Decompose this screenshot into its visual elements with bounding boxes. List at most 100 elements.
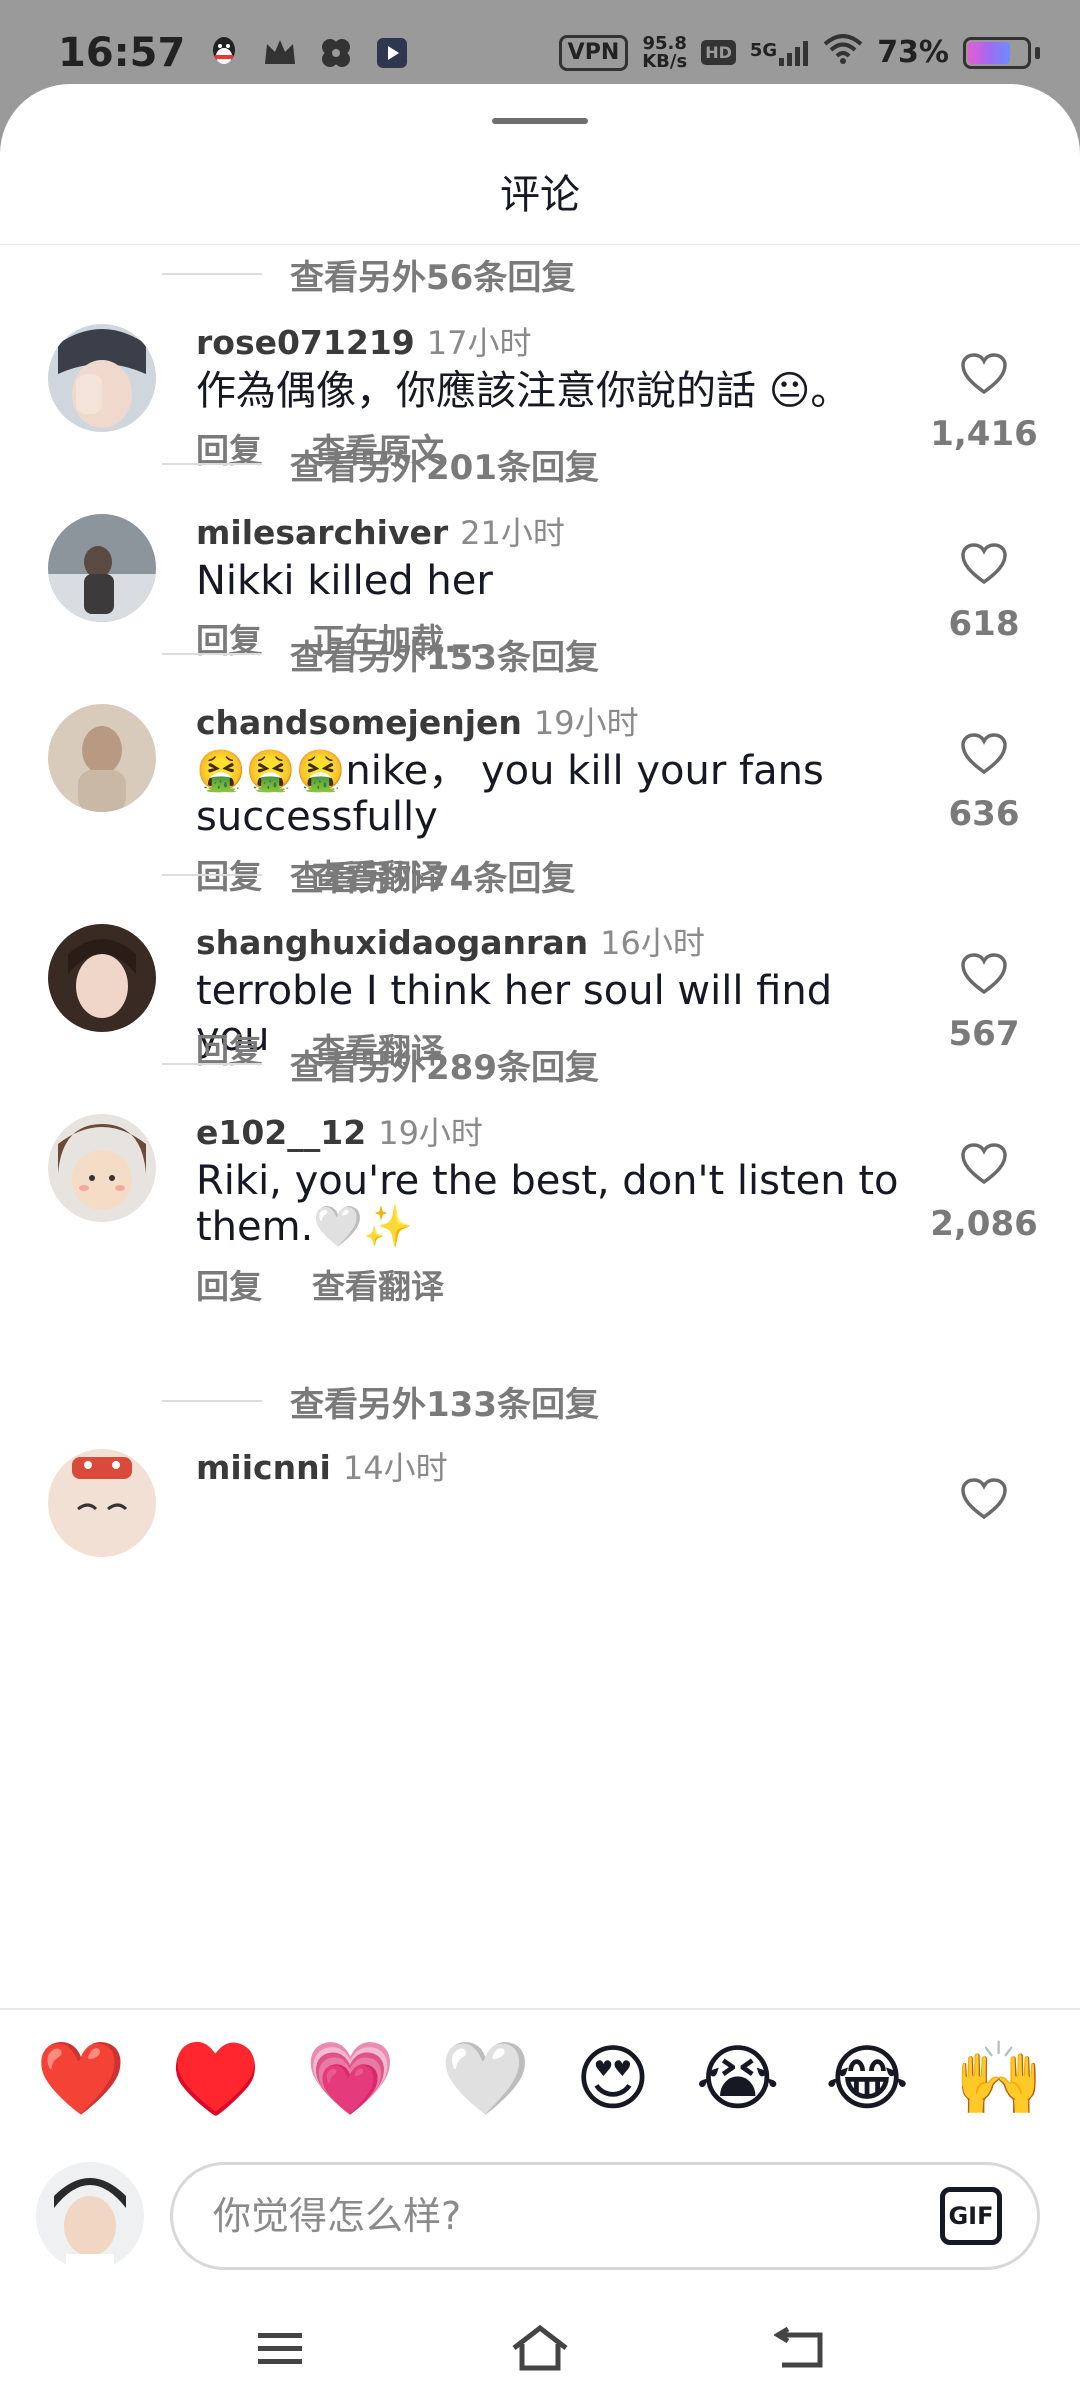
network-type: 5G (749, 39, 778, 61)
battery-percent: 73% (877, 35, 949, 70)
menu-icon[interactable] (245, 2314, 315, 2384)
like-button[interactable] (924, 1477, 1044, 1525)
like-button[interactable]: 636 (924, 732, 1044, 834)
battery-icon (963, 36, 1040, 69)
comment-username[interactable]: shanghuxidaoganran (196, 923, 588, 962)
view-more-replies[interactable]: 查看另外153条回复 (0, 629, 1080, 679)
comment-actions: 回复 查看翻译 (196, 1260, 444, 1308)
comment-time: 16小时 (600, 924, 705, 962)
emoji-loudly-crying[interactable]: 😭 (696, 2038, 780, 2118)
comment-username[interactable]: milesarchiver (196, 513, 448, 552)
view-more-replies-label[interactable]: 查看另外153条回复 (290, 630, 599, 679)
view-more-replies-label[interactable]: 查看另外289条回复 (290, 1040, 599, 1089)
emoji-white-heart[interactable]: 🤍 (441, 2038, 531, 2118)
comment-time: 21小时 (460, 514, 565, 552)
reply-divider (162, 273, 262, 275)
emoji-red-heart[interactable]: ❤️ (36, 2038, 126, 2118)
reply-divider (162, 463, 262, 465)
emoji-growing-heart[interactable]: 💗 (306, 2038, 396, 2118)
emoji-tears-of-joy[interactable]: 😂 (825, 2038, 909, 2118)
comment-text: Nikki killed her (196, 558, 493, 604)
net-speed: 95.8 KB/s (642, 34, 688, 72)
like-count: 636 (948, 794, 1020, 834)
battery-body (963, 36, 1031, 69)
gif-button[interactable]: GIF (940, 2187, 1002, 2245)
sheet-title: 评论 (500, 172, 580, 218)
wifi-icon (823, 33, 863, 72)
status-left: 16:57 (58, 30, 409, 76)
quick-emoji-row: ❤️ ♥️ 💗 🤍 😍 😭 😂 🙌 (36, 2038, 1044, 2118)
home-icon[interactable] (505, 2314, 575, 2384)
comment-time: 19小时 (533, 704, 639, 742)
qq-icon (207, 36, 241, 70)
comment-header: rose071219 17小时 (196, 318, 531, 364)
view-more-replies-label[interactable]: 查看另外201条回复 (290, 440, 599, 489)
reply-divider (162, 653, 262, 655)
comment-time: 17小时 (426, 324, 532, 362)
clover-icon (319, 36, 353, 70)
like-count: 2,086 (930, 1204, 1038, 1244)
my-avatar[interactable] (36, 2162, 144, 2270)
reply-divider (162, 874, 262, 876)
translate-button[interactable]: 查看翻译 (312, 1260, 444, 1308)
comment-header: shanghuxidaoganran 16小时 (196, 918, 705, 964)
reply-divider (162, 1400, 262, 1402)
avatar[interactable] (48, 704, 156, 812)
heart-outline-icon[interactable] (960, 1142, 1008, 1190)
emoji-heart-suit[interactable]: ♥️ (171, 2038, 261, 2118)
net-speed-unit: KB/s (642, 50, 688, 72)
comment-header: chandsomejenjen 19小时 (196, 698, 639, 744)
heart-outline-icon[interactable] (960, 1477, 1008, 1525)
comment-header: e102__12 19小时 (196, 1108, 483, 1154)
comments-list[interactable]: 查看另外56条回复 rose071219 17小时 作為偶像，你應該注意你說的話 … (0, 244, 1080, 2084)
comment-time: 19小时 (378, 1114, 483, 1152)
avatar[interactable] (48, 324, 156, 432)
drag-handle[interactable] (492, 118, 588, 124)
comment-input[interactable] (170, 2162, 1040, 2270)
comment-username[interactable]: miicnni (196, 1448, 331, 1487)
back-icon[interactable] (765, 2314, 835, 2384)
heart-outline-icon[interactable] (960, 952, 1008, 1000)
crown-icon (263, 36, 297, 70)
avatar[interactable] (48, 514, 156, 622)
view-more-replies-label[interactable]: 查看另外133条回复 (290, 1377, 599, 1426)
comment-text: Riki, you're the best, don't listen to t… (196, 1158, 899, 1250)
view-more-replies-label[interactable]: 查看另外74条回复 (290, 851, 575, 900)
hd-badge: HD (701, 40, 736, 65)
heart-outline-icon[interactable] (960, 542, 1008, 590)
reply-divider (162, 1063, 262, 1065)
view-more-replies[interactable]: 查看另外56条回复 (0, 249, 1080, 299)
avatar[interactable] (48, 1449, 156, 1557)
heart-outline-icon[interactable] (960, 732, 1008, 780)
comment-header: miicnni 14小时 (196, 1443, 448, 1489)
view-more-replies[interactable]: 查看另外201条回复 (0, 439, 1080, 489)
comments-sheet: 评论 查看另外56条回复 rose071219 17小时 作為偶像，你應該注意你說… (0, 84, 1080, 2400)
avatar[interactable] (48, 924, 156, 1032)
view-more-replies[interactable]: 查看另外133条回复 (0, 1376, 1080, 1426)
system-nav-bar (0, 2294, 1080, 2400)
video-app-icon (375, 36, 409, 70)
battery-tip (1035, 46, 1040, 59)
emoji-raising-hands[interactable]: 🙌 (954, 2038, 1044, 2118)
composer-row: GIF (36, 2162, 1044, 2270)
emoji-bar: ❤️ ♥️ 💗 🤍 😍 😭 😂 🙌 GIF (0, 2008, 1080, 2270)
avatar[interactable] (48, 1114, 156, 1222)
comment-username[interactable]: chandsomejenjen (196, 703, 522, 742)
heart-outline-icon[interactable] (960, 352, 1008, 400)
emoji-heart-eyes[interactable]: 😍 (575, 2038, 650, 2118)
signal-5g-icon: 5G (750, 40, 809, 66)
comment-header: milesarchiver 21小时 (196, 508, 565, 554)
battery-level-fill (968, 41, 1011, 64)
vpn-badge: VPN (558, 34, 629, 71)
reply-button[interactable]: 回复 (196, 1260, 262, 1308)
status-time: 16:57 (58, 29, 186, 76)
comment-time: 14小时 (342, 1449, 448, 1487)
view-more-replies-label[interactable]: 查看另外56条回复 (290, 250, 575, 299)
comment-username[interactable]: rose071219 (196, 323, 415, 362)
view-more-replies[interactable]: 查看另外74条回复 (0, 850, 1080, 900)
comment-username[interactable]: e102__12 (196, 1113, 366, 1152)
status-right: VPN 95.8 KB/s HD 5G 73% (558, 33, 1040, 72)
view-more-replies[interactable]: 查看另外289条回复 (0, 1039, 1080, 1089)
comment-text: 作為偶像，你應該注意你說的話 😐。 (196, 368, 851, 414)
like-button[interactable]: 2,086 (924, 1142, 1044, 1244)
